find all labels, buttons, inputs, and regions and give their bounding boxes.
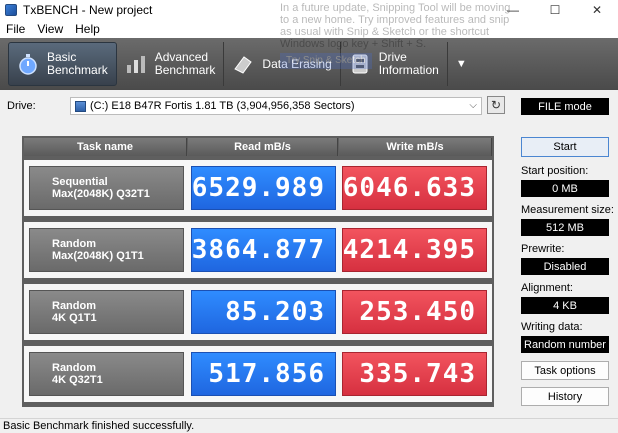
refresh-icon: ↻: [490, 98, 502, 112]
app-icon: [5, 4, 17, 16]
prewrite-field[interactable]: Disabled: [521, 258, 609, 275]
tab-data-erasing[interactable]: Data Erasing: [224, 42, 341, 86]
writing-data-label: Writing data:: [521, 321, 583, 333]
status-text: Basic Benchmark finished successfully.: [3, 420, 195, 432]
window-title: TxBENCH - New project: [23, 3, 153, 17]
start-position-label: Start position:: [521, 165, 589, 177]
write-value: 253.450: [342, 290, 487, 334]
menu-file[interactable]: File: [0, 22, 31, 36]
start-position-field[interactable]: 0 MB: [521, 180, 609, 197]
status-bar: Basic Benchmark finished successfully.: [0, 418, 618, 433]
header-task-name: Task name: [24, 138, 187, 156]
chevron-down-icon: ⌵: [469, 100, 477, 111]
task-name-cell[interactable]: Random Max(2048K) Q1T1: [29, 228, 184, 272]
read-value: 3864.877: [191, 228, 336, 272]
close-button[interactable]: ✕: [576, 0, 618, 20]
menu-view[interactable]: View: [31, 22, 69, 36]
toolbar: Basic Benchmark Advanced Benchmark Data …: [0, 38, 618, 90]
read-value: 6529.989: [191, 166, 336, 210]
tab-advanced-benchmark[interactable]: Advanced Benchmark: [117, 42, 225, 86]
task-name-cell[interactable]: Sequential Max(2048K) Q32T1: [29, 166, 184, 210]
tab-drive-information[interactable]: Drive Information: [341, 42, 448, 86]
writing-data-field[interactable]: Random number: [521, 336, 609, 353]
read-value: 517.856: [191, 352, 336, 396]
tab-drive-information-label: Drive Information: [378, 50, 439, 77]
app-window: TxBENCH - New project — ☐ ✕ File View He…: [0, 0, 618, 433]
tab-basic-benchmark-label: Basic Benchmark: [47, 50, 108, 77]
bar-chart-icon: [123, 51, 149, 77]
task-name-cell[interactable]: Random 4K Q32T1: [29, 352, 184, 396]
alignment-label: Alignment:: [521, 282, 573, 294]
header-write: Write mB/s: [339, 138, 492, 156]
eraser-icon: [230, 51, 256, 77]
title-bar: TxBENCH - New project — ☐ ✕: [0, 0, 618, 20]
header-read: Read mB/s: [188, 138, 338, 156]
tab-advanced-benchmark-label: Advanced Benchmark: [154, 50, 216, 77]
drive-label: Drive:: [7, 100, 36, 112]
measurement-size-label: Measurement size:: [521, 204, 614, 216]
task-name-cell[interactable]: Random 4K Q1T1: [29, 290, 184, 334]
start-button[interactable]: Start: [521, 137, 609, 157]
write-value: 335.743: [342, 352, 487, 396]
maximize-button[interactable]: ☐: [534, 0, 576, 20]
write-value: 4214.395: [342, 228, 487, 272]
tab-basic-benchmark[interactable]: Basic Benchmark: [8, 42, 117, 86]
alignment-field[interactable]: 4 KB: [521, 297, 609, 314]
drive-info-icon: [347, 51, 373, 77]
window-controls: — ☐ ✕: [492, 0, 618, 20]
stopwatch-icon: [15, 51, 41, 77]
minimize-button[interactable]: —: [492, 0, 534, 20]
drive-select[interactable]: (C:) E18 B47R Fortis 1.81 TB (3,904,956,…: [70, 97, 482, 115]
task-options-button[interactable]: Task options: [521, 361, 609, 380]
refresh-button[interactable]: ↻: [487, 96, 505, 114]
drive-selected-value: (C:) E18 B47R Fortis 1.81 TB (3,904,956,…: [90, 100, 355, 112]
menu-bar: File View Help: [0, 20, 618, 38]
menu-help[interactable]: Help: [69, 22, 106, 36]
history-button[interactable]: History: [521, 387, 609, 406]
drive-icon: [75, 100, 86, 112]
measurement-size-field[interactable]: 512 MB: [521, 219, 609, 236]
toolbar-more-icon[interactable]: ▼: [456, 58, 467, 70]
write-value: 6046.633: [342, 166, 487, 210]
prewrite-label: Prewrite:: [521, 243, 565, 255]
results-panel: Task name Read mB/s Write mB/s Sequentia…: [22, 136, 494, 407]
tab-data-erasing-label: Data Erasing: [262, 56, 332, 71]
read-value: 85.203: [191, 290, 336, 334]
file-mode-indicator[interactable]: FILE mode: [521, 98, 609, 115]
